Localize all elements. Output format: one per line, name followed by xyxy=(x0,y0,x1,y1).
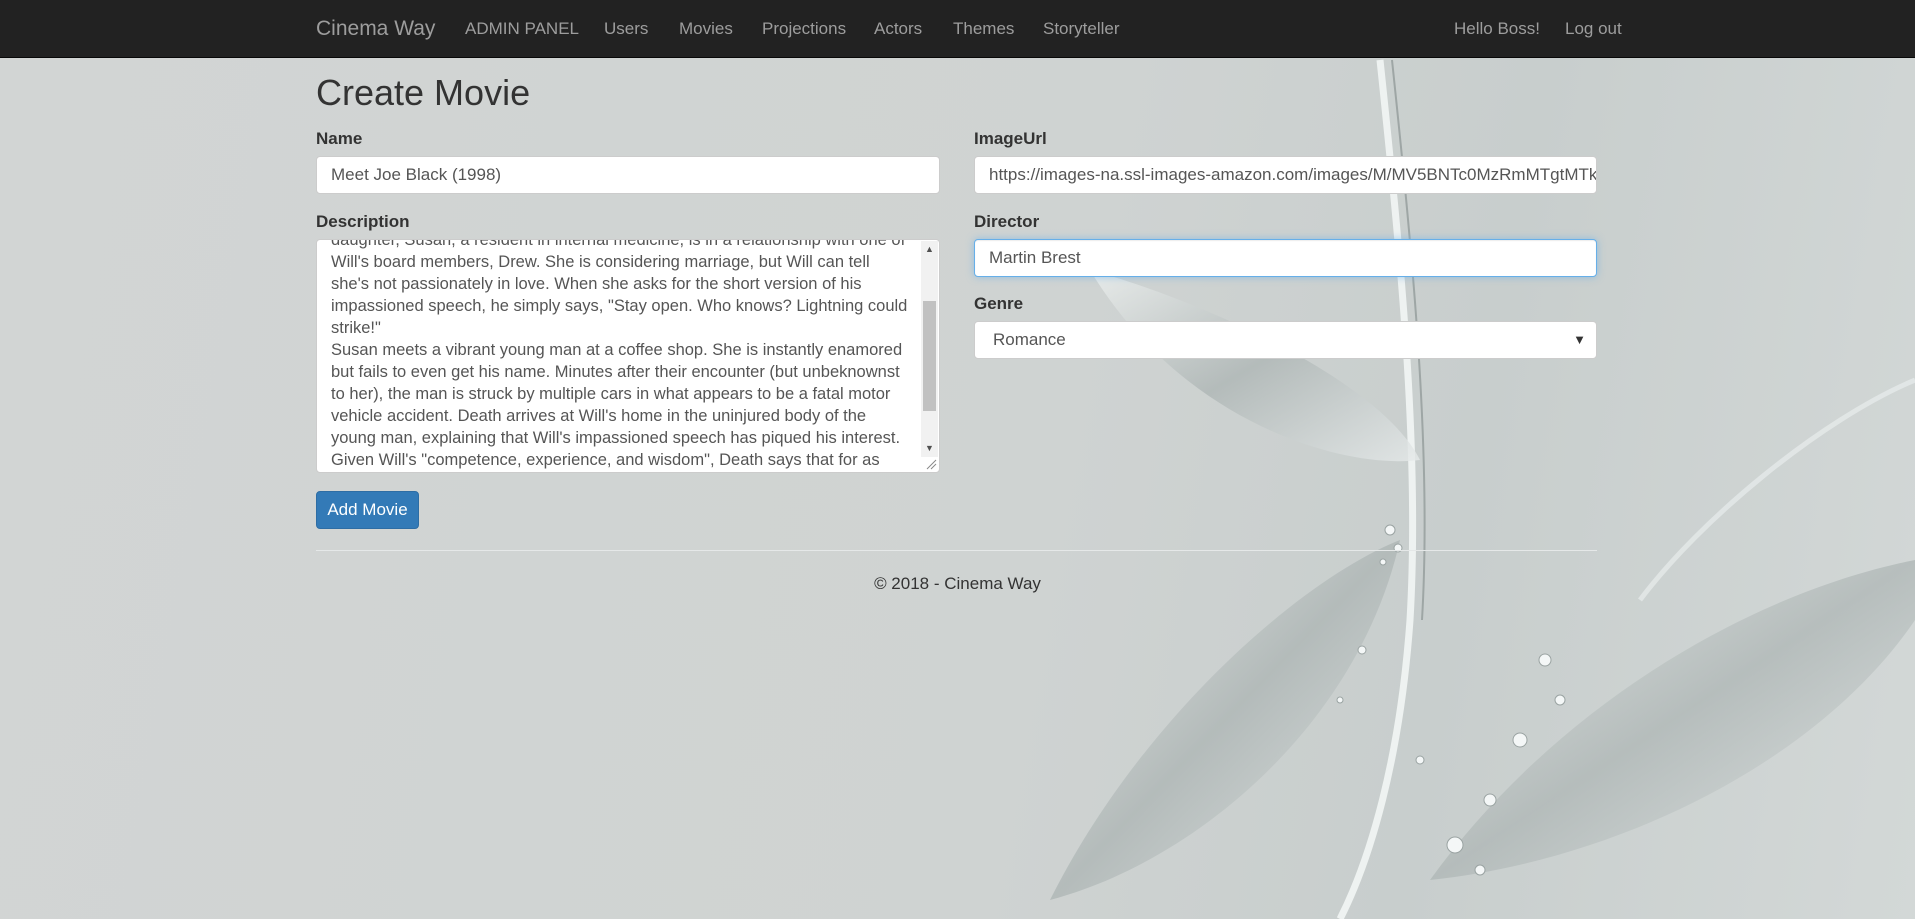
genre-label: Genre xyxy=(974,294,1024,313)
resize-grip-icon[interactable] xyxy=(925,458,937,470)
divider xyxy=(316,550,1597,551)
nav-admin-panel[interactable]: ADMIN PANEL xyxy=(465,0,579,57)
scroll-thumb[interactable] xyxy=(923,301,936,411)
top-navbar: Cinema Way ADMIN PANEL Users Movies Proj… xyxy=(0,0,1915,58)
page-title: Create Movie xyxy=(316,72,531,113)
description-scrollbar[interactable]: ▲ ▼ xyxy=(921,241,938,457)
nav-storyteller[interactable]: Storyteller xyxy=(1043,0,1120,57)
nav-actors[interactable]: Actors xyxy=(874,0,922,57)
name-label: Name xyxy=(316,129,363,148)
description-text: daughter, Susan, a resident in internal … xyxy=(331,239,908,469)
user-greeting[interactable]: Hello Boss! xyxy=(1454,0,1540,57)
description-textarea[interactable]: daughter, Susan, a resident in internal … xyxy=(316,239,940,473)
nav-users[interactable]: Users xyxy=(604,0,648,57)
director-label: Director xyxy=(974,212,1040,231)
nav-movies[interactable]: Movies xyxy=(679,0,733,57)
main-content: Create Movie Name Meet Joe Black (1998) … xyxy=(0,0,1915,919)
description-label: Description xyxy=(316,212,410,231)
brand-link[interactable]: Cinema Way xyxy=(316,0,435,57)
add-movie-button[interactable]: Add Movie xyxy=(316,491,419,529)
genre-select[interactable]: Romance ▼ xyxy=(974,321,1597,359)
name-input[interactable]: Meet Joe Black (1998) xyxy=(316,156,940,194)
genre-selected-value: Romance xyxy=(993,330,1066,349)
image-url-input[interactable]: https://images-na.ssl-images-amazon.com/… xyxy=(974,156,1597,194)
chevron-down-icon: ▼ xyxy=(1573,332,1586,347)
nav-themes[interactable]: Themes xyxy=(953,0,1014,57)
scroll-down-arrow-icon[interactable]: ▼ xyxy=(921,440,938,457)
image-url-label: ImageUrl xyxy=(974,129,1047,148)
footer-copyright: © 2018 - Cinema Way xyxy=(874,574,1041,593)
nav-projections[interactable]: Projections xyxy=(762,0,846,57)
logout-link[interactable]: Log out xyxy=(1565,0,1622,57)
director-input[interactable]: Martin Brest xyxy=(974,239,1597,277)
scroll-up-arrow-icon[interactable]: ▲ xyxy=(921,241,938,258)
